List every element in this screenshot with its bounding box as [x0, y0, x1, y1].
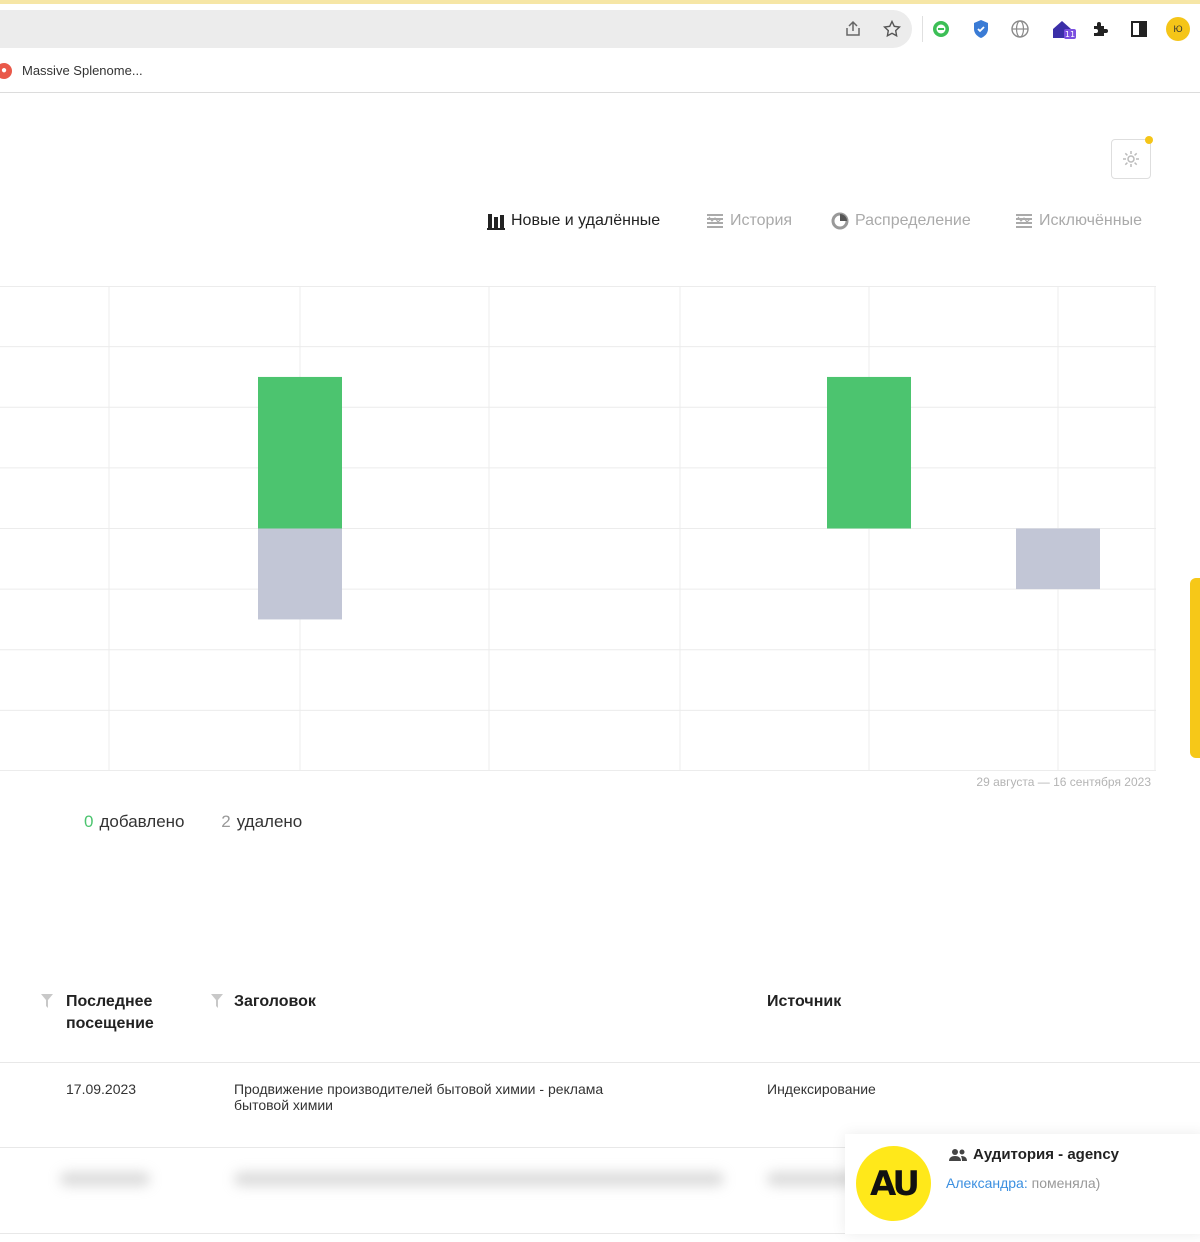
share-icon[interactable]: [842, 18, 864, 40]
chart-grid: [0, 286, 1156, 771]
bar-chart-icon: [487, 212, 505, 230]
home-extension-icon[interactable]: 11: [1050, 18, 1078, 40]
bar-added: [258, 376, 342, 529]
svg-text:11: 11: [1065, 30, 1075, 39]
new-removed-chart: [0, 286, 1156, 771]
tab-label: Исключённые: [1039, 212, 1142, 229]
header-line: посещение: [66, 1015, 154, 1032]
cell-source: Индексирование: [767, 1081, 876, 1097]
chart-bars: [258, 376, 1100, 620]
side-feedback-tab[interactable]: [1190, 578, 1200, 758]
column-header-source[interactable]: Источник: [767, 991, 841, 1013]
list-icon: [706, 212, 724, 230]
gear-icon: [1123, 151, 1139, 167]
chart-canvas: [0, 286, 1156, 771]
tab-label: История: [730, 212, 793, 229]
message-author[interactable]: Александра:: [946, 1175, 1028, 1191]
chart-date-range: 29 августа — 16 сентября 2023: [976, 775, 1151, 789]
users-icon: [949, 1148, 967, 1161]
filter-icon[interactable]: [211, 994, 223, 1008]
column-header-title[interactable]: Заголовок: [234, 991, 316, 1013]
title-line: Продвижение производителей бытовой химии…: [234, 1081, 604, 1097]
shield-extension-icon[interactable]: [970, 18, 992, 40]
column-header-last-visit[interactable]: Последнее посещение: [66, 991, 154, 1035]
tab-history[interactable]: История: [706, 210, 792, 232]
row-divider: [0, 1062, 1200, 1063]
tab-label: Распределение: [855, 212, 971, 229]
profile-avatar[interactable]: Ю: [1166, 17, 1190, 41]
bar-added: [827, 376, 911, 529]
globe-extension-icon[interactable]: [1009, 18, 1031, 40]
notification-toast[interactable]: AU Аудитория - agency Александра: поменя…: [845, 1134, 1200, 1234]
side-panel-icon[interactable]: [1128, 18, 1150, 40]
notification-title: Аудитория - agency: [949, 1146, 1119, 1163]
browser-toolbar: 11 Ю: [0, 4, 1200, 50]
notification-message: Александра: поменяла): [946, 1175, 1100, 1191]
added-label: добавлено: [99, 812, 185, 831]
tab-distribution[interactable]: Распределение: [831, 210, 971, 232]
bookmark-item-label[interactable]: Massive Splenome...: [22, 63, 143, 78]
filter-icon[interactable]: [41, 994, 53, 1008]
tab-new-and-removed[interactable]: Новые и удалённые: [487, 210, 660, 232]
splenome-favicon: ●: [0, 63, 12, 79]
bar-removed: [1016, 528, 1100, 590]
cell-last-visit: 17.09.2023: [66, 1081, 137, 1097]
star-icon[interactable]: [881, 18, 903, 40]
bookmarks-bar: ● Massive Splenome...: [0, 50, 1200, 93]
avatar: AU: [856, 1146, 931, 1221]
counts-summary: 0 добавлено 2 удалено: [84, 812, 302, 832]
address-bar[interactable]: [0, 10, 912, 48]
header-line: Последнее: [66, 993, 153, 1010]
removed-label: удалено: [236, 812, 303, 831]
table-row-blurred: [0, 1150, 860, 1220]
list-icon: [1015, 212, 1033, 230]
tab-label: Новые и удалённые: [511, 212, 661, 229]
puzzle-icon[interactable]: [1089, 18, 1111, 40]
removed-count: 2: [221, 812, 231, 831]
notification-title-text: Аудитория - agency: [973, 1146, 1120, 1163]
settings-notification-dot: [1145, 136, 1153, 144]
title-line: бытовой химии: [234, 1097, 333, 1113]
message-text: поменяла): [1031, 1175, 1101, 1191]
bar-removed: [258, 528, 342, 620]
tab-excluded[interactable]: Исключённые: [1015, 210, 1142, 232]
settings-button[interactable]: [1111, 139, 1151, 179]
cell-title[interactable]: Продвижение производителей бытовой химии…: [234, 1081, 603, 1113]
added-count: 0: [84, 812, 94, 831]
profile-initials: Ю: [1173, 24, 1183, 34]
chat-extension-icon[interactable]: [930, 18, 952, 40]
pie-chart-icon: [831, 212, 849, 230]
toolbar-separator: [922, 16, 923, 42]
